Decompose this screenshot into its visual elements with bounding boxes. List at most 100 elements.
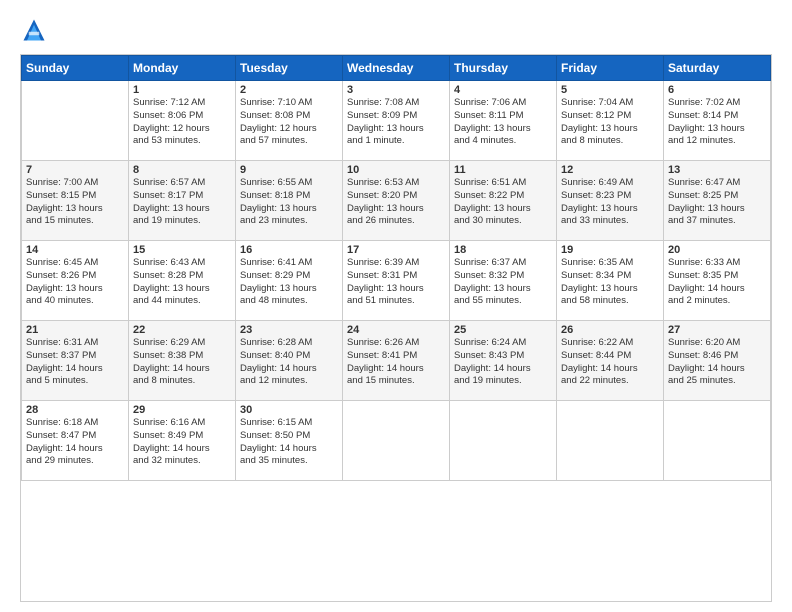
day-number: 28 bbox=[26, 404, 124, 416]
calendar-cell bbox=[664, 401, 771, 481]
day-number: 19 bbox=[561, 244, 659, 256]
sunset-text: Sunset: 8:09 PM bbox=[347, 110, 445, 123]
calendar-cell bbox=[450, 401, 557, 481]
sunset-text: Sunset: 8:23 PM bbox=[561, 190, 659, 203]
sunrise-text: Sunrise: 6:24 AM bbox=[454, 337, 552, 350]
day-info: Sunrise: 6:51 AMSunset: 8:22 PMDaylight:… bbox=[454, 177, 552, 228]
sunrise-text: Sunrise: 6:43 AM bbox=[133, 257, 231, 270]
logo-icon bbox=[20, 16, 48, 44]
sunset-text: Sunset: 8:46 PM bbox=[668, 350, 766, 363]
sunrise-text: Sunrise: 6:55 AM bbox=[240, 177, 338, 190]
day-info: Sunrise: 6:31 AMSunset: 8:37 PMDaylight:… bbox=[26, 337, 124, 388]
sunrise-text: Sunrise: 6:22 AM bbox=[561, 337, 659, 350]
sunset-text: Sunset: 8:25 PM bbox=[668, 190, 766, 203]
day-number: 4 bbox=[454, 84, 552, 96]
calendar-cell: 13Sunrise: 6:47 AMSunset: 8:25 PMDayligh… bbox=[664, 161, 771, 241]
daylight-hours: Daylight: 13 hours bbox=[26, 203, 124, 216]
calendar-cell: 28Sunrise: 6:18 AMSunset: 8:47 PMDayligh… bbox=[22, 401, 129, 481]
day-number: 3 bbox=[347, 84, 445, 96]
calendar-cell: 19Sunrise: 6:35 AMSunset: 8:34 PMDayligh… bbox=[557, 241, 664, 321]
daylight-minutes: and 48 minutes. bbox=[240, 295, 338, 308]
sunrise-text: Sunrise: 7:02 AM bbox=[668, 97, 766, 110]
sunrise-text: Sunrise: 6:45 AM bbox=[26, 257, 124, 270]
daylight-minutes: and 40 minutes. bbox=[26, 295, 124, 308]
day-info: Sunrise: 7:02 AMSunset: 8:14 PMDaylight:… bbox=[668, 97, 766, 148]
calendar-cell: 8Sunrise: 6:57 AMSunset: 8:17 PMDaylight… bbox=[129, 161, 236, 241]
calendar-cell: 21Sunrise: 6:31 AMSunset: 8:37 PMDayligh… bbox=[22, 321, 129, 401]
calendar-cell: 14Sunrise: 6:45 AMSunset: 8:26 PMDayligh… bbox=[22, 241, 129, 321]
calendar-cell: 6Sunrise: 7:02 AMSunset: 8:14 PMDaylight… bbox=[664, 81, 771, 161]
day-number: 6 bbox=[668, 84, 766, 96]
day-number: 14 bbox=[26, 244, 124, 256]
daylight-hours: Daylight: 13 hours bbox=[561, 283, 659, 296]
day-info: Sunrise: 6:26 AMSunset: 8:41 PMDaylight:… bbox=[347, 337, 445, 388]
sunset-text: Sunset: 8:43 PM bbox=[454, 350, 552, 363]
sunset-text: Sunset: 8:34 PM bbox=[561, 270, 659, 283]
sunrise-text: Sunrise: 7:12 AM bbox=[133, 97, 231, 110]
daylight-minutes: and 51 minutes. bbox=[347, 295, 445, 308]
daylight-hours: Daylight: 14 hours bbox=[454, 363, 552, 376]
sunrise-text: Sunrise: 6:33 AM bbox=[668, 257, 766, 270]
sunrise-text: Sunrise: 6:37 AM bbox=[454, 257, 552, 270]
week-row-3: 14Sunrise: 6:45 AMSunset: 8:26 PMDayligh… bbox=[22, 241, 771, 321]
calendar-cell bbox=[343, 401, 450, 481]
sunset-text: Sunset: 8:31 PM bbox=[347, 270, 445, 283]
week-row-4: 21Sunrise: 6:31 AMSunset: 8:37 PMDayligh… bbox=[22, 321, 771, 401]
day-number: 29 bbox=[133, 404, 231, 416]
day-number: 23 bbox=[240, 324, 338, 336]
calendar-cell: 15Sunrise: 6:43 AMSunset: 8:28 PMDayligh… bbox=[129, 241, 236, 321]
sunset-text: Sunset: 8:29 PM bbox=[240, 270, 338, 283]
daylight-minutes: and 2 minutes. bbox=[668, 295, 766, 308]
day-number: 18 bbox=[454, 244, 552, 256]
sunset-text: Sunset: 8:38 PM bbox=[133, 350, 231, 363]
day-number: 21 bbox=[26, 324, 124, 336]
day-number: 25 bbox=[454, 324, 552, 336]
daylight-hours: Daylight: 12 hours bbox=[240, 123, 338, 136]
day-number: 1 bbox=[133, 84, 231, 96]
day-info: Sunrise: 7:00 AMSunset: 8:15 PMDaylight:… bbox=[26, 177, 124, 228]
calendar-cell bbox=[22, 81, 129, 161]
sunrise-text: Sunrise: 6:53 AM bbox=[347, 177, 445, 190]
daylight-hours: Daylight: 13 hours bbox=[347, 123, 445, 136]
day-info: Sunrise: 6:53 AMSunset: 8:20 PMDaylight:… bbox=[347, 177, 445, 228]
day-info: Sunrise: 6:20 AMSunset: 8:46 PMDaylight:… bbox=[668, 337, 766, 388]
day-number: 5 bbox=[561, 84, 659, 96]
sunset-text: Sunset: 8:14 PM bbox=[668, 110, 766, 123]
sunset-text: Sunset: 8:32 PM bbox=[454, 270, 552, 283]
sunrise-text: Sunrise: 6:35 AM bbox=[561, 257, 659, 270]
calendar-cell: 23Sunrise: 6:28 AMSunset: 8:40 PMDayligh… bbox=[236, 321, 343, 401]
sunset-text: Sunset: 8:49 PM bbox=[133, 430, 231, 443]
sunrise-text: Sunrise: 6:26 AM bbox=[347, 337, 445, 350]
day-info: Sunrise: 6:18 AMSunset: 8:47 PMDaylight:… bbox=[26, 417, 124, 468]
daylight-hours: Daylight: 13 hours bbox=[26, 283, 124, 296]
daylight-minutes: and 5 minutes. bbox=[26, 375, 124, 388]
sunset-text: Sunset: 8:26 PM bbox=[26, 270, 124, 283]
calendar-cell: 24Sunrise: 6:26 AMSunset: 8:41 PMDayligh… bbox=[343, 321, 450, 401]
day-info: Sunrise: 6:35 AMSunset: 8:34 PMDaylight:… bbox=[561, 257, 659, 308]
calendar-cell: 10Sunrise: 6:53 AMSunset: 8:20 PMDayligh… bbox=[343, 161, 450, 241]
daylight-minutes: and 19 minutes. bbox=[133, 215, 231, 228]
sunrise-text: Sunrise: 6:16 AM bbox=[133, 417, 231, 430]
daylight-minutes: and 8 minutes. bbox=[133, 375, 231, 388]
day-number: 8 bbox=[133, 164, 231, 176]
sunset-text: Sunset: 8:08 PM bbox=[240, 110, 338, 123]
day-info: Sunrise: 6:47 AMSunset: 8:25 PMDaylight:… bbox=[668, 177, 766, 228]
daylight-hours: Daylight: 13 hours bbox=[133, 203, 231, 216]
day-header-saturday: Saturday bbox=[664, 56, 771, 81]
sunrise-text: Sunrise: 7:10 AM bbox=[240, 97, 338, 110]
days-header-row: SundayMondayTuesdayWednesdayThursdayFrid… bbox=[22, 56, 771, 81]
day-number: 30 bbox=[240, 404, 338, 416]
calendar-cell: 9Sunrise: 6:55 AMSunset: 8:18 PMDaylight… bbox=[236, 161, 343, 241]
daylight-minutes: and 57 minutes. bbox=[240, 135, 338, 148]
sunset-text: Sunset: 8:17 PM bbox=[133, 190, 231, 203]
daylight-hours: Daylight: 14 hours bbox=[561, 363, 659, 376]
sunset-text: Sunset: 8:18 PM bbox=[240, 190, 338, 203]
daylight-hours: Daylight: 14 hours bbox=[26, 443, 124, 456]
sunrise-text: Sunrise: 6:31 AM bbox=[26, 337, 124, 350]
calendar-cell: 4Sunrise: 7:06 AMSunset: 8:11 PMDaylight… bbox=[450, 81, 557, 161]
calendar-cell: 12Sunrise: 6:49 AMSunset: 8:23 PMDayligh… bbox=[557, 161, 664, 241]
daylight-hours: Daylight: 14 hours bbox=[240, 443, 338, 456]
calendar-cell: 7Sunrise: 7:00 AMSunset: 8:15 PMDaylight… bbox=[22, 161, 129, 241]
day-header-monday: Monday bbox=[129, 56, 236, 81]
sunset-text: Sunset: 8:12 PM bbox=[561, 110, 659, 123]
